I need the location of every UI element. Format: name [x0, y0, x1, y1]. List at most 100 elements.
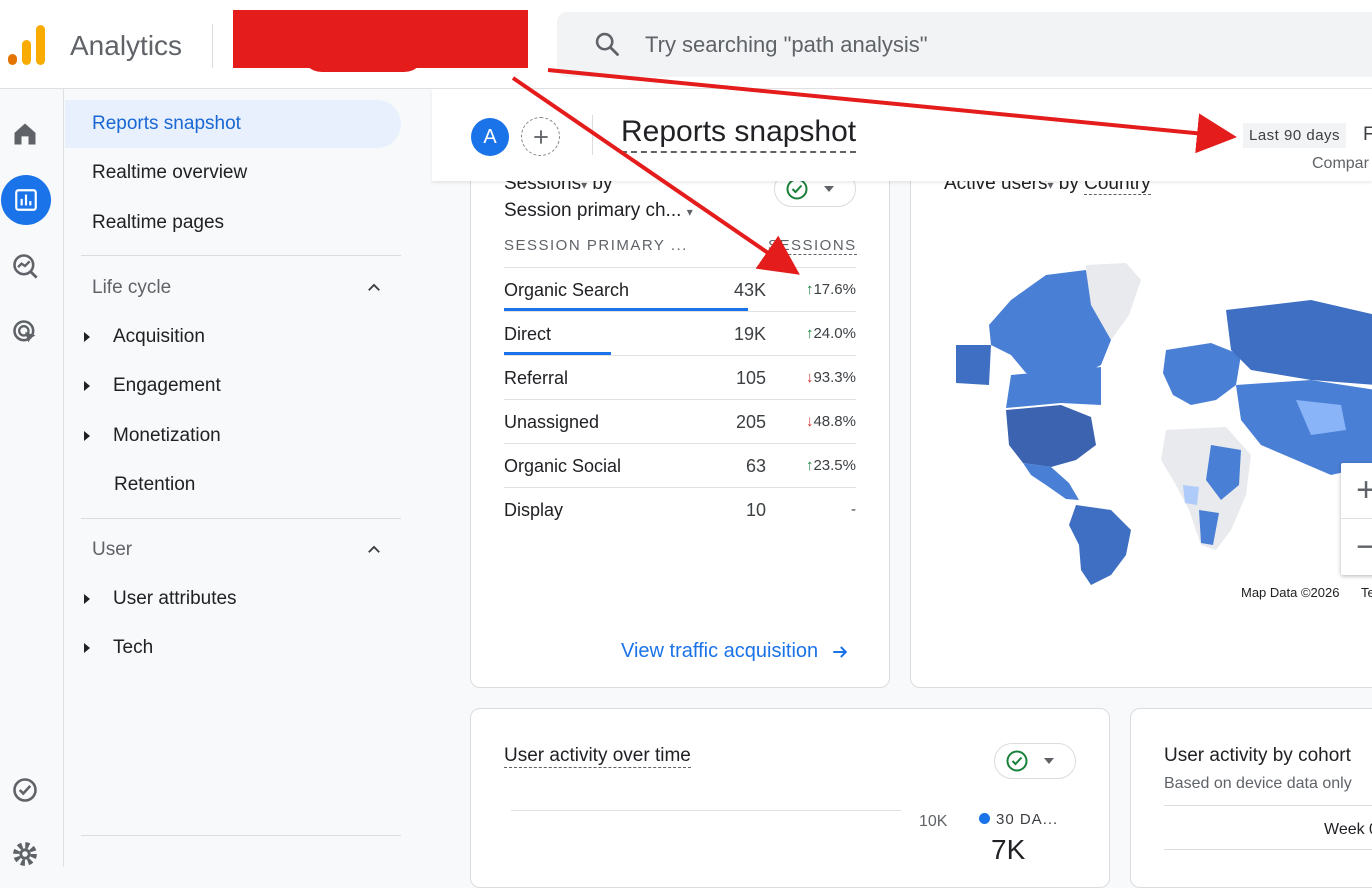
row-channel: Organic Social — [504, 456, 622, 476]
card-title[interactable]: User activity by cohort — [1164, 745, 1351, 767]
map-terms[interactable]: Te — [1361, 585, 1372, 600]
column-header-metric[interactable]: SESSIONS — [768, 237, 857, 255]
plus-icon — [533, 129, 548, 144]
chevron-up-icon[interactable] — [365, 279, 383, 297]
row-change: ↑24.0% — [805, 325, 856, 342]
nav-realtime-pages[interactable]: Realtime pages — [65, 199, 401, 247]
nav-monetization[interactable]: Monetization — [65, 416, 395, 456]
chevron-up-icon[interactable] — [365, 541, 383, 559]
zoom-out-button[interactable]: − — [1341, 519, 1372, 575]
home-button[interactable] — [0, 109, 50, 159]
divider — [1164, 805, 1372, 806]
explore-button[interactable] — [0, 241, 50, 291]
row-value: 105 — [735, 368, 766, 388]
app-name: Analytics — [70, 30, 183, 61]
redacted-account-name-tail — [300, 50, 426, 72]
gridline — [511, 810, 901, 811]
avatar[interactable]: A — [471, 118, 509, 156]
row-change: ↑23.5% — [805, 457, 856, 474]
nav-divider — [81, 835, 401, 836]
compare-text: Compar — [1312, 155, 1369, 172]
expand-arrow-icon — [84, 643, 90, 653]
bar-chart-icon — [15, 189, 37, 211]
expand-arrow-icon — [84, 594, 90, 604]
zoom-in-button[interactable]: + — [1341, 463, 1372, 519]
nav-retention[interactable]: Retention — [65, 465, 395, 505]
row-channel: Organic Search — [504, 280, 630, 300]
row-change: ↓48.8% — [805, 413, 856, 430]
row-change: - — [851, 501, 856, 518]
check-circle-icon — [13, 778, 37, 802]
column-header-dimension[interactable]: SESSION PRIMARY ... — [504, 237, 688, 254]
world-map[interactable] — [951, 255, 1372, 585]
side-nav: Reports snapshot Realtime overview Realt… — [65, 89, 411, 867]
metric-value: 7K — [991, 834, 1026, 865]
target-cursor-icon — [13, 320, 36, 343]
row-channel: Direct — [504, 324, 552, 344]
advertising-button[interactable] — [0, 307, 50, 357]
card-title-dimension[interactable]: Session primary ch... ▾ — [504, 200, 693, 222]
left-rail — [0, 89, 64, 867]
row-change: ↓93.3% — [805, 369, 856, 386]
search-bar[interactable] — [557, 12, 1372, 77]
nav-realtime-overview[interactable]: Realtime overview — [65, 149, 401, 197]
page-title[interactable]: Reports snapshot — [621, 115, 857, 153]
card-menu-button[interactable] — [994, 743, 1076, 779]
explore-icon — [13, 254, 38, 279]
table-row[interactable]: Referral 105 ↓93.3% — [504, 355, 856, 399]
nav-divider — [81, 518, 401, 519]
row-channel: Unassigned — [504, 412, 600, 432]
section-user[interactable]: User — [92, 539, 132, 561]
expand-arrow-icon — [84, 431, 90, 441]
chevron-down-icon — [1044, 758, 1054, 764]
reports-button[interactable] — [1, 175, 51, 225]
admin-button[interactable] — [0, 829, 50, 879]
row-value: 63 — [745, 456, 766, 476]
configure-button[interactable] — [0, 765, 50, 815]
date-range-text[interactable]: F — [1363, 124, 1372, 146]
row-change: ↑17.6% — [805, 281, 856, 298]
cohort-week-header: Week 0 — [1324, 821, 1372, 838]
map-attribution: Map Data ©2026 — [1241, 585, 1340, 600]
active-users-by-country-card: Active users▾ by Country + − Map Data ©2… — [910, 150, 1372, 688]
top-bar: Analytics — [0, 0, 1372, 89]
search-icon — [595, 32, 619, 56]
user-activity-card: User activity over time 10K 30 DA... 7K — [470, 708, 1110, 888]
date-range-chip[interactable]: Last 90 days — [1243, 123, 1347, 148]
table-row[interactable]: Organic Search 43K ↑17.6% — [504, 267, 856, 311]
view-traffic-acquisition-link[interactable]: View traffic acquisition — [621, 640, 850, 663]
row-value: 19K — [733, 324, 766, 344]
table-row[interactable]: Organic Social 63 ↑23.5% — [504, 443, 856, 487]
divider — [1164, 849, 1372, 850]
row-value: 43K — [733, 280, 766, 300]
card-title[interactable]: User activity over time — [504, 745, 691, 768]
card-subtitle: Based on device data only — [1164, 775, 1352, 792]
table-row[interactable]: Direct 19K ↑24.0% — [504, 311, 856, 355]
sessions-card: Sessions▾ by Session primary ch... ▾ SES… — [470, 150, 890, 688]
header-divider — [592, 115, 593, 155]
arrow-right-icon — [833, 645, 848, 658]
section-life-cycle[interactable]: Life cycle — [92, 277, 171, 299]
row-channel: Display — [504, 500, 564, 520]
expand-arrow-icon — [84, 332, 90, 342]
divider — [212, 24, 213, 68]
nav-tech[interactable]: Tech — [65, 628, 395, 668]
add-comparison-button[interactable] — [521, 117, 560, 156]
row-channel: Referral — [504, 368, 569, 388]
map-zoom-controls: + − — [1341, 463, 1372, 575]
nav-engagement[interactable]: Engagement — [65, 366, 395, 406]
row-value: 10 — [745, 500, 766, 520]
table-row[interactable]: Unassigned 205 ↓48.8% — [504, 399, 856, 443]
table-row[interactable]: Display 10 - — [504, 487, 856, 531]
home-icon — [14, 123, 36, 145]
user-activity-by-cohort-card: User activity by cohort Based on device … — [1130, 708, 1372, 888]
page-header: A Reports snapshot Last 90 days F Compar — [432, 89, 1372, 181]
expand-arrow-icon — [84, 381, 90, 391]
nav-acquisition[interactable]: Acquisition — [65, 317, 395, 357]
search-input[interactable] — [645, 30, 1245, 60]
nav-reports-snapshot[interactable]: Reports snapshot — [65, 100, 401, 148]
axis-tick-label: 10K — [919, 813, 948, 830]
analytics-logo[interactable] — [8, 25, 46, 65]
nav-user-attributes[interactable]: User attributes — [65, 579, 395, 619]
legend-30-days: 30 DA... — [979, 811, 1058, 828]
